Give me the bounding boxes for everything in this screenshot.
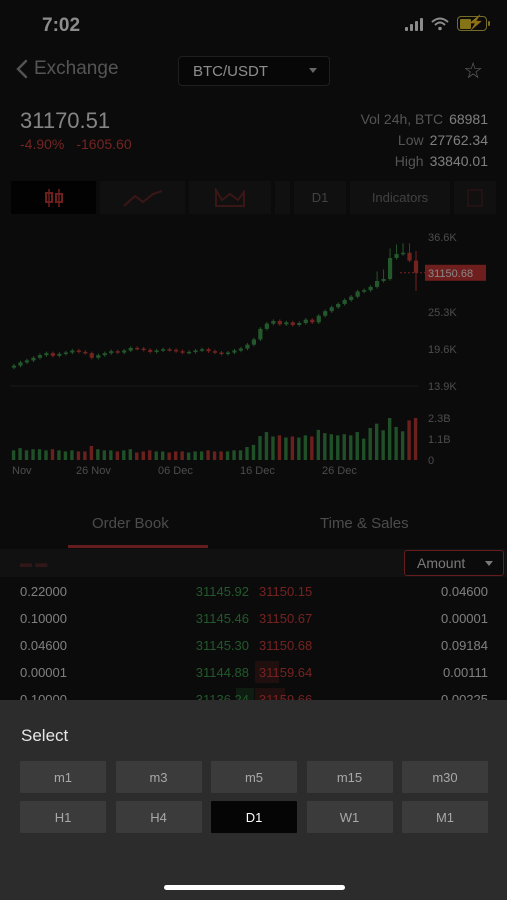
- timeframe-option-m3[interactable]: m3: [115, 761, 202, 793]
- timeframe-select-sheet: Select m1 m3 m5 m15 m30 H1 H4 D1 W1 M1: [0, 700, 507, 900]
- timeframe-option-h1[interactable]: H1: [20, 801, 106, 833]
- timeframe-option-m15[interactable]: m15: [306, 761, 393, 793]
- timeframe-option-m30[interactable]: m30: [402, 761, 488, 793]
- timeframe-option-m1[interactable]: m1: [20, 761, 106, 793]
- timeframe-option-w1[interactable]: W1: [306, 801, 393, 833]
- timeframe-option-m5[interactable]: m5: [211, 761, 297, 793]
- timeframe-option-d1[interactable]: D1: [211, 801, 297, 833]
- sheet-title: Select: [21, 726, 69, 745]
- timeframe-option-h4[interactable]: H4: [115, 801, 202, 833]
- timeframe-options: m1 m3 m5 m15 m30 H1 H4 D1 W1 M1: [20, 761, 488, 833]
- home-indicator: [164, 885, 345, 890]
- timeframe-option-m1-month[interactable]: M1: [402, 801, 488, 833]
